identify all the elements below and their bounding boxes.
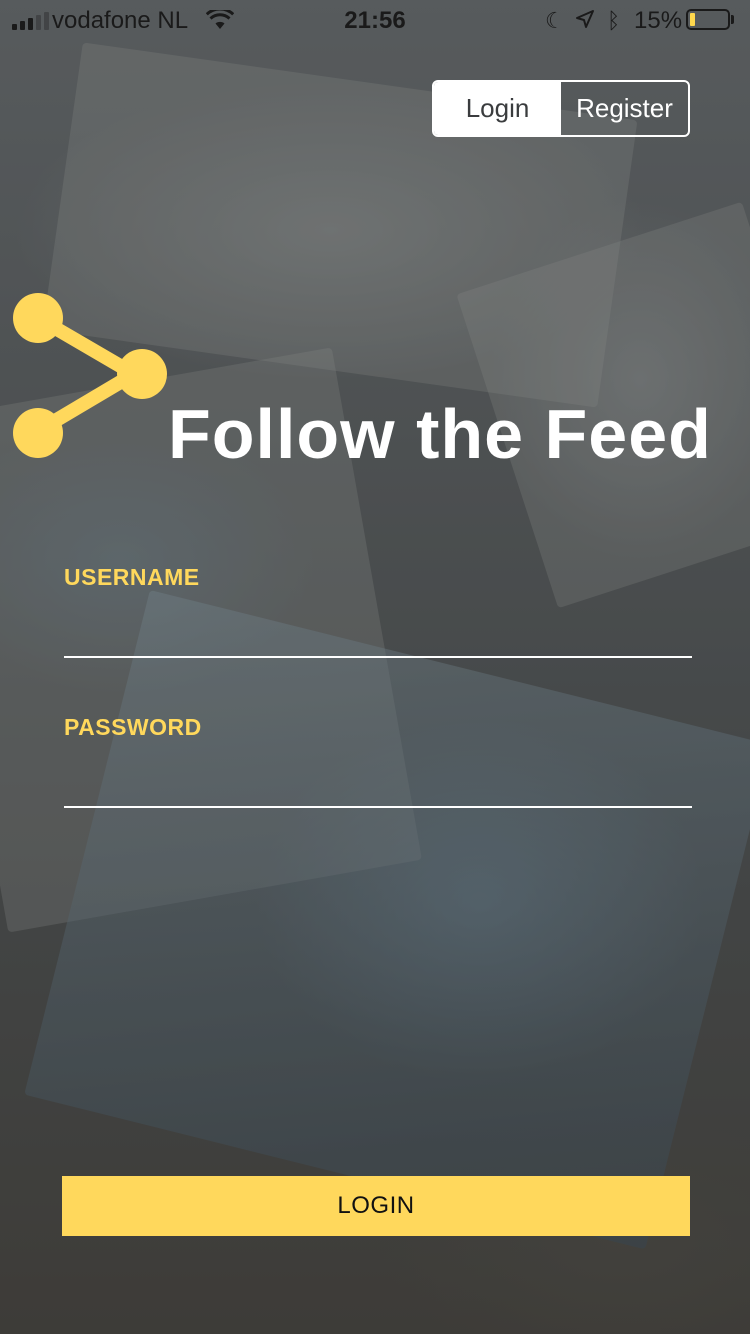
username-input[interactable]	[64, 618, 692, 658]
login-tab[interactable]: Login	[434, 82, 561, 135]
share-icon	[13, 293, 167, 458]
app-title: Follow the Feed	[168, 395, 712, 473]
bluetooth-icon: ᛒ	[607, 8, 621, 33]
battery-icon	[686, 9, 730, 30]
password-label: PASSWORD	[64, 714, 202, 740]
auth-toggle: Login Register	[432, 80, 690, 137]
register-tab[interactable]: Register	[561, 82, 688, 135]
username-label: USERNAME	[64, 564, 200, 590]
battery-level	[690, 13, 695, 26]
password-input[interactable]	[64, 768, 692, 808]
status-bar: vodafone NL 21:56 ☾ ᛒ 15%	[0, 0, 750, 40]
background-dim-overlay	[0, 0, 750, 1334]
battery-percent: 15%	[634, 7, 683, 34]
login-button[interactable]: LOGIN	[62, 1176, 690, 1236]
location-icon	[576, 10, 594, 28]
moon-icon: ☾	[545, 8, 565, 33]
